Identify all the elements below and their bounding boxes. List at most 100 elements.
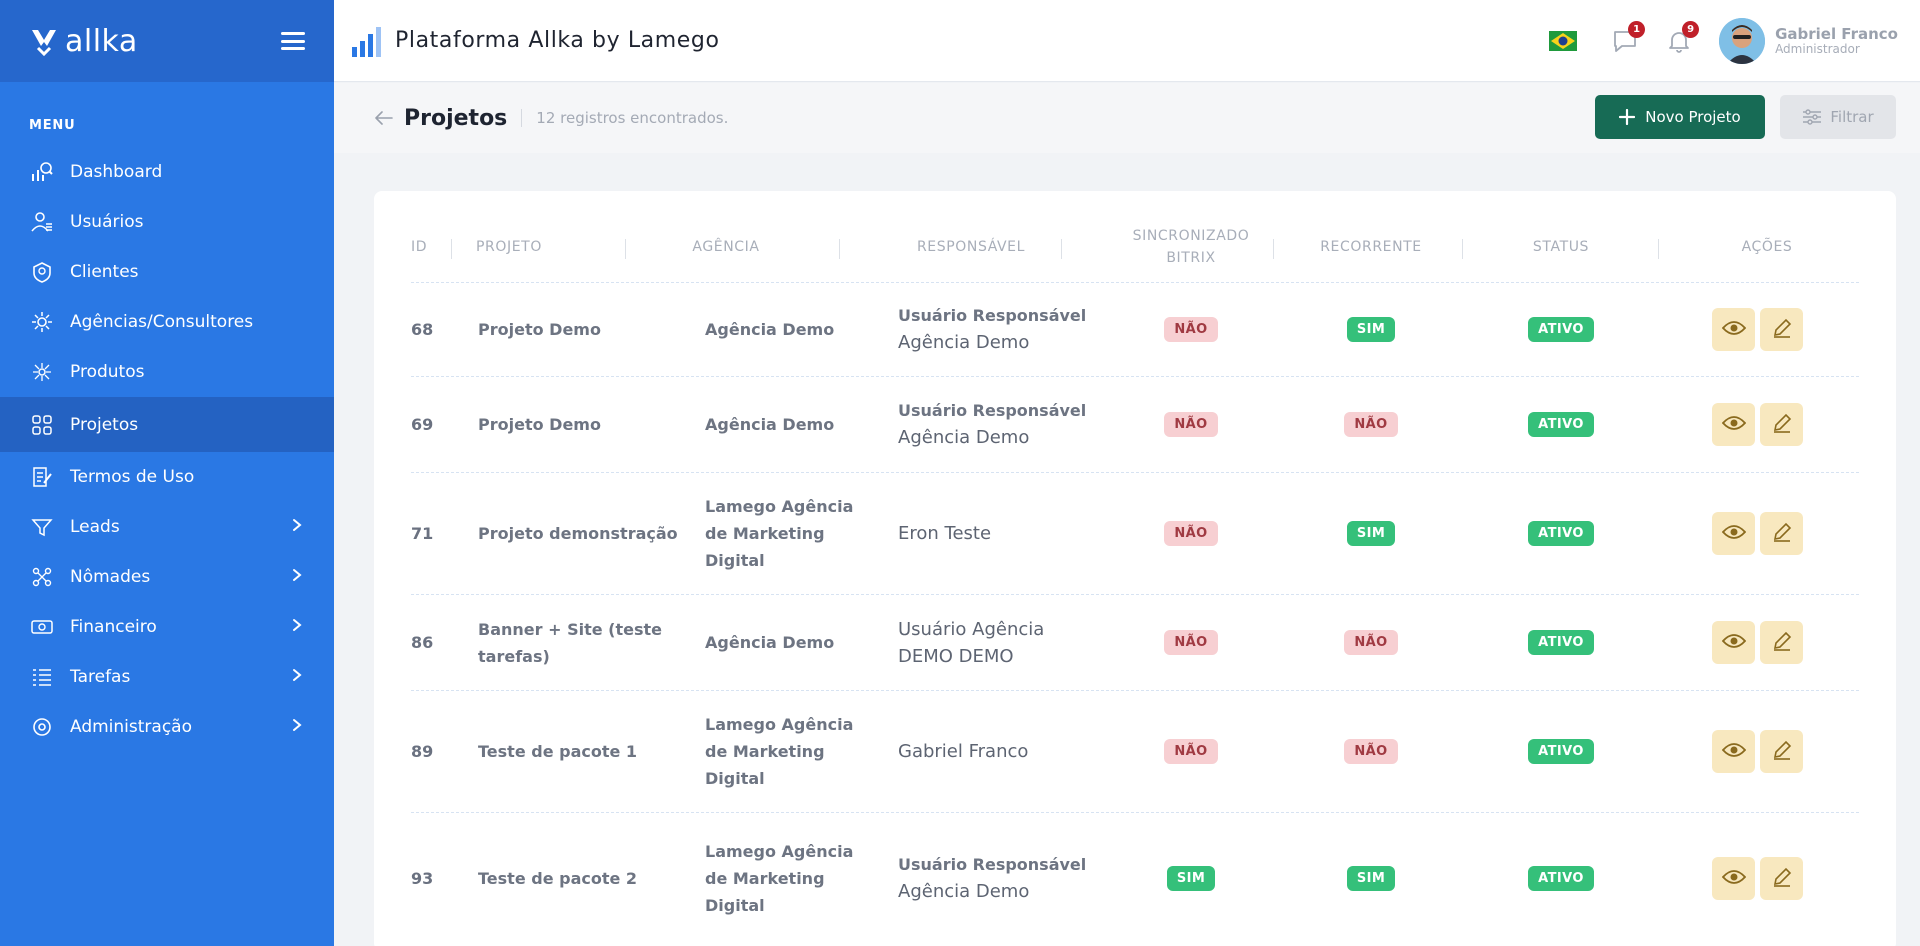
column-header-project[interactable]: PROJETO [476,217,626,277]
table-row: 71 Projeto demonstração Lamego Agência de … [411,472,1859,594]
cell-id: 68 [411,320,434,339]
products-icon [29,359,55,385]
view-button[interactable] [1712,730,1755,773]
sidebar-item-tasks[interactable]: Tarefas [0,652,334,702]
edit-button[interactable] [1760,730,1803,773]
sidebar-item-users[interactable]: Usuários [0,197,334,247]
view-button[interactable] [1712,857,1755,900]
sidebar-item-products[interactable]: Produtos [0,347,334,397]
column-header-agency[interactable]: AGÊNCIA [651,217,801,277]
responsible-name: Agência Demo [898,332,1030,353]
chevron-right-icon [292,667,302,687]
column-header-id[interactable]: ID [411,217,451,277]
synced-badge: NÃO [1164,630,1218,655]
cell-actions [1712,377,1822,472]
cell-recurring: NÃO [1291,595,1451,690]
sidebar-item-finance[interactable]: Financeiro [0,602,334,652]
leads-icon [29,514,55,540]
edit-button[interactable] [1760,308,1803,351]
recurring-badge: NÃO [1344,739,1398,764]
status-badge: ATIVO [1528,866,1594,891]
pencil-icon [1771,412,1793,438]
cell-id: 71 [411,524,434,543]
table-header: ID PROJETO AGÊNCIA RESPONSÁVEL SINCRONIZ… [411,217,1859,277]
cell-synced: NÃO [1111,473,1271,594]
user-info[interactable]: Gabriel Franco Administrador [1775,25,1898,56]
status-badge: ATIVO [1528,739,1594,764]
sidebar-item-label: Agências/Consultores [70,312,254,332]
responsible-name: Agência Demo [898,427,1030,448]
cell-project: Projeto demonstração [478,524,678,543]
eye-icon [1721,524,1746,544]
eye-icon [1721,742,1746,762]
column-divider [1061,239,1062,259]
cell-project: Banner + Site (teste tarefas) [478,619,662,666]
sliders-icon [1803,109,1822,125]
cell-project: Projeto Demo [478,415,601,434]
agencies-icon [29,309,55,335]
signal-bars-icon [352,26,381,57]
column-header-status[interactable]: STATUS [1481,217,1641,277]
edit-button[interactable] [1760,403,1803,446]
cell-actions [1712,595,1822,690]
pencil-icon [1771,521,1793,547]
recurring-badge: SIM [1346,866,1396,891]
pencil-icon [1771,739,1793,765]
users-icon [29,209,55,235]
sidebar-item-terms[interactable]: Termos de Uso [0,452,334,502]
sidebar-item-admin[interactable]: Administração [0,702,334,752]
status-badge: ATIVO [1528,412,1594,437]
avatar[interactable] [1719,17,1766,64]
edit-button[interactable] [1760,621,1803,664]
cell-synced: NÃO [1111,595,1271,690]
sidebar-item-clients[interactable]: Clientes [0,247,334,297]
sidebar-item-leads[interactable]: Leads [0,502,334,552]
sidebar-item-agencies[interactable]: Agências/Consultores [0,297,334,347]
column-divider [839,239,840,259]
view-button[interactable] [1712,403,1755,446]
chevron-right-icon [292,617,302,637]
new-project-button[interactable]: Novo Projeto [1595,95,1765,139]
back-arrow-icon[interactable] [374,109,394,127]
responsible-role: Usuário Responsável [898,306,1087,325]
sidebar-item-label: Usuários [70,212,144,232]
filter-button[interactable]: Filtrar [1780,95,1896,139]
user-avatar-icon [1719,17,1766,64]
cell-responsible: Eron Teste [898,473,1098,594]
notifications-button[interactable]: 9 [1665,20,1700,55]
column-header-synced[interactable]: SINCRONIZADO BITRIX [1111,217,1271,277]
allka-logo-icon [32,30,56,56]
menu-toggle-icon[interactable] [281,32,305,50]
column-header-recurring[interactable]: RECORRENTE [1291,217,1451,277]
recurring-badge: NÃO [1344,412,1398,437]
responsible-name: Usuário Agência DEMO DEMO [898,618,1045,667]
sidebar-item-dashboard[interactable]: Dashboard [0,147,334,197]
dashboard-icon [29,159,55,185]
synced-badge: SIM [1166,866,1216,891]
status-badge: ATIVO [1528,630,1594,655]
tasks-icon [29,664,55,690]
messages-button[interactable]: 1 [1611,20,1646,55]
cell-agency: Agência Demo [705,320,835,339]
view-button[interactable] [1712,308,1755,351]
edit-button[interactable] [1760,857,1803,900]
sidebar-item-projects[interactable]: Projetos [0,397,334,452]
cell-responsible: Usuário Responsável Agência Demo [898,283,1098,376]
logo[interactable]: allka [29,24,138,59]
column-header-responsible[interactable]: RESPONSÁVEL [871,217,1071,277]
brazil-flag-icon[interactable] [1549,30,1578,51]
view-button[interactable] [1712,512,1755,555]
view-button[interactable] [1712,621,1755,664]
sidebar-item-nomads[interactable]: Nômades [0,552,334,602]
column-divider [625,239,626,259]
page-header: Projetos 12 registros encontrados. Novo … [334,83,1920,153]
synced-badge: NÃO [1164,317,1218,342]
column-divider [1658,239,1659,259]
cell-responsible: Usuário Responsável Agência Demo [898,813,1098,944]
cell-project: Teste de pacote 2 [478,869,638,888]
nomads-icon [29,564,55,590]
column-divider [1273,239,1274,259]
edit-button[interactable] [1760,512,1803,555]
cell-responsible: Usuário Responsável Agência Demo [898,377,1098,472]
projects-table-card: ID PROJETO AGÊNCIA RESPONSÁVEL SINCRONIZ… [374,191,1896,946]
